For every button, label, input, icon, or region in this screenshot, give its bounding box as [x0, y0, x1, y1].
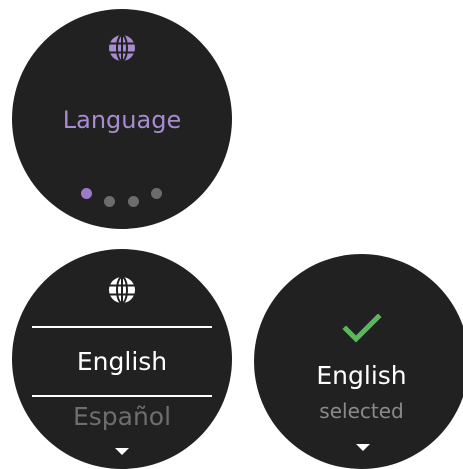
globe-icon	[109, 34, 135, 62]
language-title: Language	[62, 106, 182, 134]
language-picker-screen: English Español	[12, 249, 232, 469]
page-dot-2[interactable]	[104, 196, 115, 207]
language-confirmation-screen: English selected	[254, 254, 463, 469]
page-dot-3[interactable]	[128, 196, 139, 207]
globe-icon	[109, 276, 135, 304]
language-option-next[interactable]: Español	[12, 402, 232, 432]
chevron-down-icon[interactable]	[115, 448, 129, 455]
language-intro-screen[interactable]: Language	[12, 9, 232, 229]
selection-bottom-divider	[32, 395, 212, 397]
page-dot-4[interactable]	[151, 188, 162, 199]
confirmed-language: English	[316, 361, 407, 390]
confirmation-status: selected	[319, 399, 404, 423]
language-option-selected[interactable]: English	[12, 347, 232, 377]
check-icon	[342, 314, 382, 343]
page-dot-1-active[interactable]	[81, 188, 92, 199]
chevron-down-icon[interactable]	[356, 444, 370, 451]
selection-top-divider	[32, 326, 212, 328]
